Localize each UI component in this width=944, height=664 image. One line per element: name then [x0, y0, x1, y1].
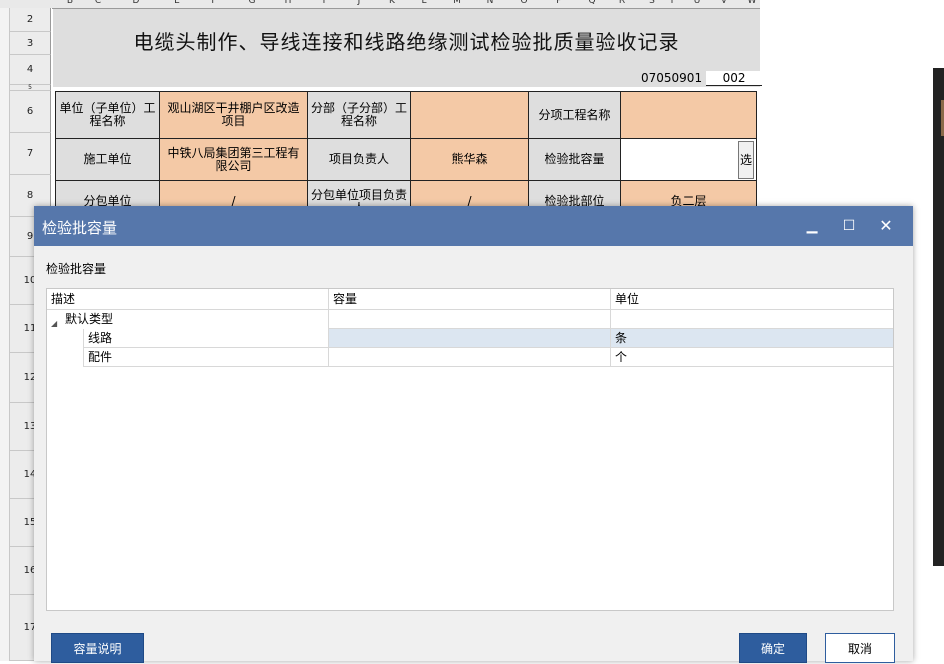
column-letter[interactable]: E	[174, 0, 180, 6]
column-letter[interactable]: V	[721, 0, 727, 6]
column-letter[interactable]: Q	[588, 0, 595, 6]
column-letter[interactable]: G	[249, 0, 256, 6]
minimize-icon[interactable]: ▁	[798, 214, 826, 238]
row-desc-cell[interactable]: 线路	[83, 329, 329, 348]
column-letter[interactable]: F	[211, 0, 216, 6]
column-letter[interactable]: I	[323, 0, 326, 6]
dialog-title: 检验批容量	[42, 219, 118, 237]
column-header-unit[interactable]: 单位	[611, 289, 893, 309]
column-header-desc[interactable]: 描述	[47, 289, 329, 309]
pm-value[interactable]: 熊华森	[410, 138, 529, 181]
table-row[interactable]: 配件 个	[47, 348, 893, 367]
group-cell: ◢ 默认类型	[47, 310, 329, 329]
contractor-value[interactable]: 中铁八局集团第三工程有限公司	[159, 138, 308, 181]
record-code: 07050901 002	[641, 71, 763, 86]
division-label: 分部（子分部）工程名称	[307, 91, 411, 139]
column-letter[interactable]: J	[358, 0, 361, 6]
column-letter[interactable]: U	[694, 0, 701, 6]
group-row[interactable]: ◢ 默认类型	[47, 310, 893, 329]
row-number[interactable]: 2	[10, 8, 51, 32]
group-capacity-cell	[329, 310, 611, 329]
column-letter[interactable]: S	[649, 0, 655, 6]
column-letter[interactable]: N	[487, 0, 494, 6]
row-capacity-cell[interactable]	[329, 348, 611, 367]
column-header-capacity[interactable]: 容量	[329, 289, 611, 309]
row-unit-cell[interactable]: 个	[611, 348, 893, 367]
capacity-grid: 描述 容量 单位 ◢ 默认类型 线路 条配件 个	[46, 288, 894, 611]
row-unit-cell[interactable]: 条	[611, 329, 893, 348]
capacity-help-button[interactable]: 容量说明	[51, 633, 144, 663]
ok-button[interactable]: 确定	[739, 633, 807, 663]
column-letter[interactable]: H	[285, 0, 292, 6]
column-letter[interactable]: P	[556, 0, 561, 6]
column-letter[interactable]: K	[389, 0, 395, 6]
subitem-label: 分项工程名称	[528, 91, 621, 139]
record-number[interactable]: 002	[706, 71, 763, 86]
column-header: B C D E F G H I J K L M N O P Q R S T U V W	[52, 0, 760, 9]
row-number[interactable]: 6	[10, 91, 51, 133]
dialog-subtitle: 检验批容量	[46, 262, 107, 276]
table-row[interactable]: 线路 条	[47, 329, 893, 348]
column-letter[interactable]: M	[453, 0, 461, 6]
group-label: 默认类型	[65, 312, 114, 326]
column-letter[interactable]: O	[520, 0, 527, 6]
capacity-dialog: 检验批容量 ▁ ☐ ✕ 检验批容量 描述 容量 单位 ◢ 默认类型 线路 条配件 个…	[34, 206, 913, 663]
grid-header: 描述 容量 单位	[47, 289, 893, 310]
record-code-prefix: 07050901	[641, 71, 703, 85]
dialog-titlebar[interactable]: 检验批容量 ▁ ☐ ✕	[34, 206, 913, 246]
column-letter[interactable]: L	[421, 0, 426, 6]
group-unit-cell	[611, 310, 893, 329]
maximize-icon[interactable]: ☐	[835, 214, 863, 238]
column-letter[interactable]: W	[748, 0, 757, 6]
capacity-cell[interactable]: 选	[620, 138, 757, 181]
row-desc-cell[interactable]: 配件	[83, 348, 329, 367]
column-letter[interactable]: D	[133, 0, 140, 6]
contractor-label: 施工单位	[55, 138, 160, 181]
column-letter[interactable]: B	[67, 0, 73, 6]
capacity-select-button[interactable]: 选	[738, 141, 754, 179]
capacity-label: 检验批容量	[528, 138, 621, 181]
division-value[interactable]	[410, 91, 529, 139]
document-title: 电缆头制作、导线连接和线路绝缘测试检验批质量验收记录	[133, 30, 680, 54]
close-icon[interactable]: ✕	[872, 214, 900, 238]
cancel-button[interactable]: 取消	[825, 633, 895, 663]
outline-gutter	[0, 8, 10, 661]
form-table: 单位（子单位）工程名称 观山湖区干井棚户区改造项目 分部（子分部）工程名称 分项…	[55, 91, 757, 223]
row-number[interactable]: 4	[10, 55, 51, 85]
unit-label: 单位（子单位）工程名称	[55, 91, 160, 139]
column-letter[interactable]: R	[619, 0, 625, 6]
pm-label: 项目负责人	[307, 138, 411, 181]
unit-value[interactable]: 观山湖区干井棚户区改造项目	[159, 91, 308, 139]
subitem-value[interactable]	[620, 91, 757, 139]
row-number[interactable]: 3	[10, 32, 51, 55]
column-letter[interactable]: T	[669, 0, 675, 6]
row-capacity-cell[interactable]	[329, 329, 611, 348]
row-number[interactable]: 7	[10, 133, 51, 175]
side-panel-edge	[933, 68, 944, 566]
column-letter[interactable]: C	[95, 0, 101, 6]
